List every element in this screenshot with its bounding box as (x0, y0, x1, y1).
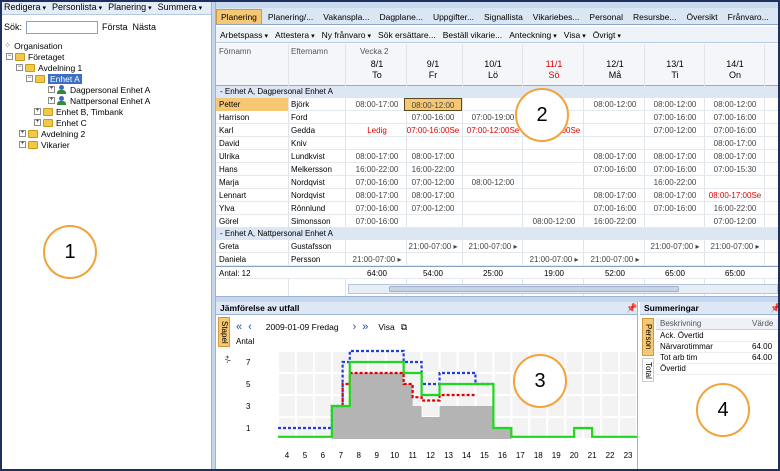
window-frame (0, 0, 780, 471)
